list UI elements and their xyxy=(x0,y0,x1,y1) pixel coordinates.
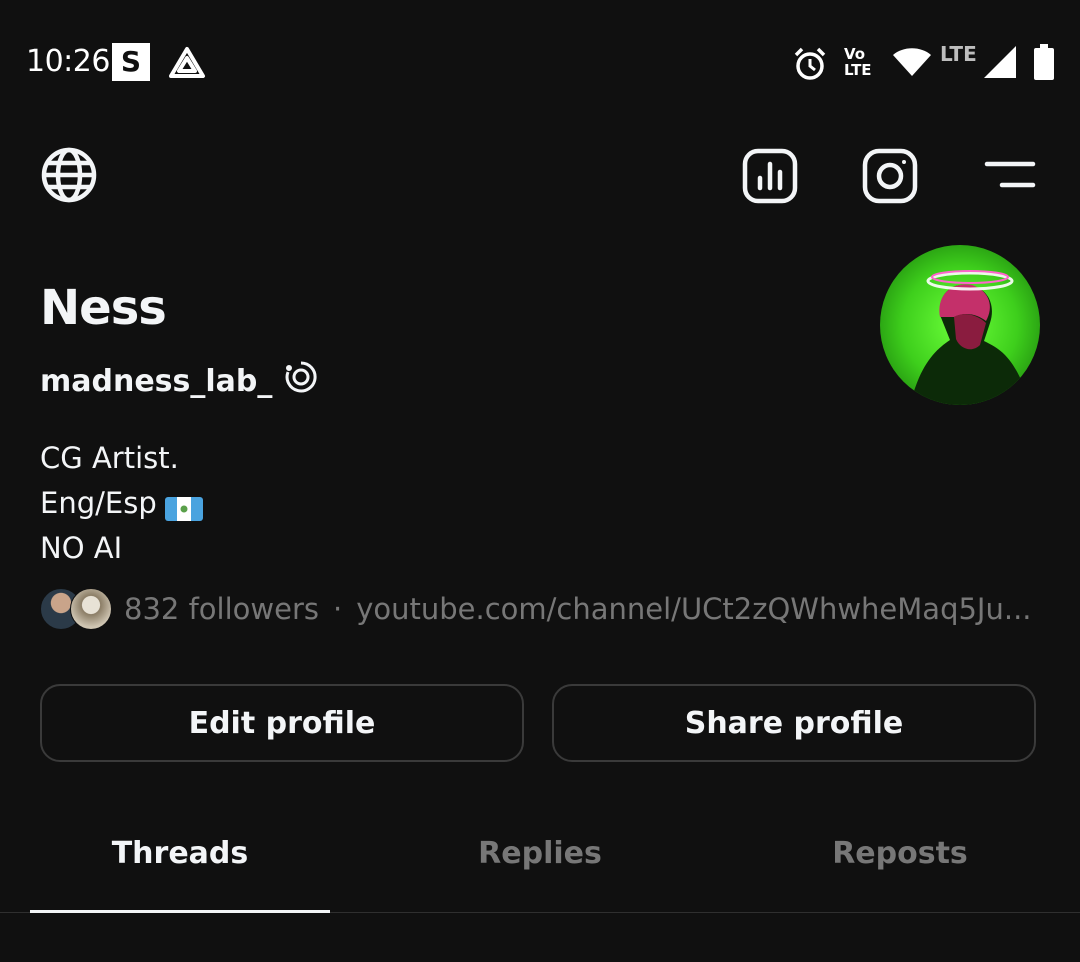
drive-icon xyxy=(168,46,206,84)
bio-line: NO AI xyxy=(40,531,123,565)
tab-reposts[interactable]: Reposts xyxy=(750,836,1050,871)
status-time: 10:26 xyxy=(26,44,110,79)
followers-count[interactable]: 832 followers xyxy=(124,592,319,626)
guatemala-flag-icon xyxy=(164,491,203,521)
tab-replies[interactable]: Replies xyxy=(390,836,690,871)
follower-avatar xyxy=(70,588,112,630)
avatar[interactable] xyxy=(880,245,1040,405)
profile-meta: 832 followers · youtube.com/channel/UCt2… xyxy=(40,588,1032,630)
tab-threads[interactable]: Threads xyxy=(30,836,330,871)
battery-icon xyxy=(1034,44,1054,84)
username-row: madness_lab_ xyxy=(40,360,318,402)
s-app-icon: S xyxy=(112,43,150,81)
edit-profile-button[interactable]: Edit profile xyxy=(40,684,524,762)
share-profile-button[interactable]: Share profile xyxy=(552,684,1036,762)
tab-active-indicator xyxy=(30,910,330,913)
signal-icon xyxy=(984,46,1016,82)
instagram-icon[interactable] xyxy=(862,148,918,208)
profile-link[interactable]: youtube.com/channel/UCt2zQWhwheMaq5Ju... xyxy=(356,592,1031,626)
bio: CG Artist. Eng/Esp NO AI xyxy=(40,436,203,571)
follower-avatars[interactable] xyxy=(40,588,114,630)
menu-icon[interactable] xyxy=(984,160,1036,194)
insights-icon[interactable] xyxy=(742,148,798,208)
username: madness_lab_ xyxy=(40,363,273,399)
alarm-icon xyxy=(792,46,828,86)
threads-badge-icon[interactable] xyxy=(284,360,318,402)
meta-separator: · xyxy=(332,592,343,626)
wifi-icon xyxy=(892,46,932,82)
bio-line: CG Artist. xyxy=(40,441,179,475)
globe-icon[interactable] xyxy=(40,146,98,208)
display-name: Ness xyxy=(40,280,167,336)
bio-line: Eng/Esp xyxy=(40,481,203,526)
lte-label: LTE xyxy=(940,42,977,66)
volte-icon: Vo LTE xyxy=(844,45,872,79)
